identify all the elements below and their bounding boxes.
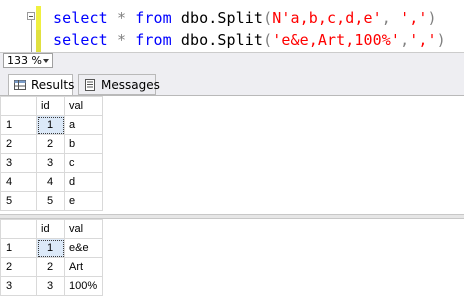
result-grid-1[interactable]: id val 1 1 a 2 2 b 3 3 c 4 4 d 5 5 e [0,96,464,214]
row-number[interactable]: 1 [0,238,37,258]
cell-id[interactable]: 4 [36,172,65,192]
cell-val[interactable]: d [64,172,103,192]
result-grid-2[interactable]: id val 1 1 e&e 2 2 Art 3 3 100% [0,219,464,302]
row-number[interactable]: 1 [0,115,37,135]
result-table-2: id val 1 1 e&e 2 2 Art 3 3 100% [0,219,103,296]
header-row: id val [0,96,103,116]
string-literal-2: ',' [409,31,437,49]
query-editor[interactable]: select * from dbo.Split(N'a,b,c,d,e', ',… [0,0,464,52]
comma: , [381,9,401,27]
paren-open: ( [263,31,273,49]
chevron-down-icon [43,59,49,63]
fold-guide [31,20,32,52]
cell-val[interactable]: e&e [64,238,103,258]
keyword-from: from [135,9,172,27]
cell-val[interactable]: e [64,191,103,211]
cell-id[interactable]: 5 [36,191,65,211]
row-number-header[interactable] [0,219,37,239]
keyword-from: from [135,31,172,49]
table-row[interactable]: 5 5 e [0,191,103,211]
table-row[interactable]: 3 3 c [0,153,103,173]
cell-id[interactable]: 1 [36,115,65,135]
string-literal-1: N'a,b,c,d,e' [272,9,382,27]
code-line-2[interactable]: select * from dbo.Split('e&e,Art,100%','… [53,31,446,49]
zoom-value: 133 % [7,54,42,67]
cell-id[interactable]: 3 [36,153,65,173]
row-number[interactable]: 2 [0,257,37,277]
row-number[interactable]: 4 [0,172,37,192]
changed-line-marker [36,6,41,30]
string-literal-2: ',' [400,9,428,27]
cell-id[interactable]: 2 [36,134,65,154]
code-line-1[interactable]: select * from dbo.Split(N'a,b,c,d,e', ',… [53,9,437,27]
result-table-1: id val 1 1 a 2 2 b 3 3 c 4 4 d 5 5 e [0,96,103,211]
results-tab-strip: Results Messages [0,69,464,96]
row-number-header[interactable] [0,96,37,116]
table-row[interactable]: 3 3 100% [0,276,103,296]
column-header-val[interactable]: val [64,96,103,116]
column-header-id[interactable]: id [36,96,65,116]
cell-id[interactable]: 2 [36,257,65,277]
cell-val[interactable]: 100% [64,276,103,296]
cell-val[interactable]: a [64,115,103,135]
table-row[interactable]: 1 1 e&e [0,238,103,258]
tab-messages-label: Messages [101,78,160,92]
function-name: dbo.Split [180,9,264,27]
messages-icon [85,79,95,91]
cell-val[interactable]: Art [64,257,103,277]
tab-results[interactable]: Results [8,74,75,95]
operator-star: * [116,31,127,49]
function-name: dbo.Split [180,31,264,49]
table-row[interactable]: 4 4 d [0,172,103,192]
keyword-select: select [53,9,108,27]
table-row[interactable]: 2 2 Art [0,257,103,277]
tab-messages[interactable]: Messages [78,74,160,95]
header-row: id val [0,219,103,239]
table-row[interactable]: 1 1 a [0,115,103,135]
row-number[interactable]: 3 [0,153,37,173]
operator-star: * [116,9,127,27]
cell-val[interactable]: c [64,153,103,173]
editor-status-bar: 133 % [0,52,464,69]
row-number[interactable]: 2 [0,134,37,154]
paren-close: ) [427,9,437,27]
string-literal-1: 'e&e,Art,100%' [272,31,401,49]
cell-id[interactable]: 1 [36,238,65,258]
table-row[interactable]: 2 2 b [0,134,103,154]
row-number[interactable]: 3 [0,276,37,296]
keyword-select: select [53,31,108,49]
cell-id[interactable]: 3 [36,276,65,296]
tab-results-label: Results [31,78,75,92]
collapse-icon[interactable] [27,12,35,20]
cell-val[interactable]: b [64,134,103,154]
changed-line-marker-2 [36,30,41,52]
column-header-val[interactable]: val [64,219,103,239]
column-header-id[interactable]: id [36,219,65,239]
zoom-dropdown[interactable]: 133 % [3,53,53,68]
row-number[interactable]: 5 [0,191,37,211]
paren-close: ) [436,31,446,49]
comma: , [400,31,410,49]
paren-open: ( [263,9,273,27]
grid-icon [14,80,26,90]
